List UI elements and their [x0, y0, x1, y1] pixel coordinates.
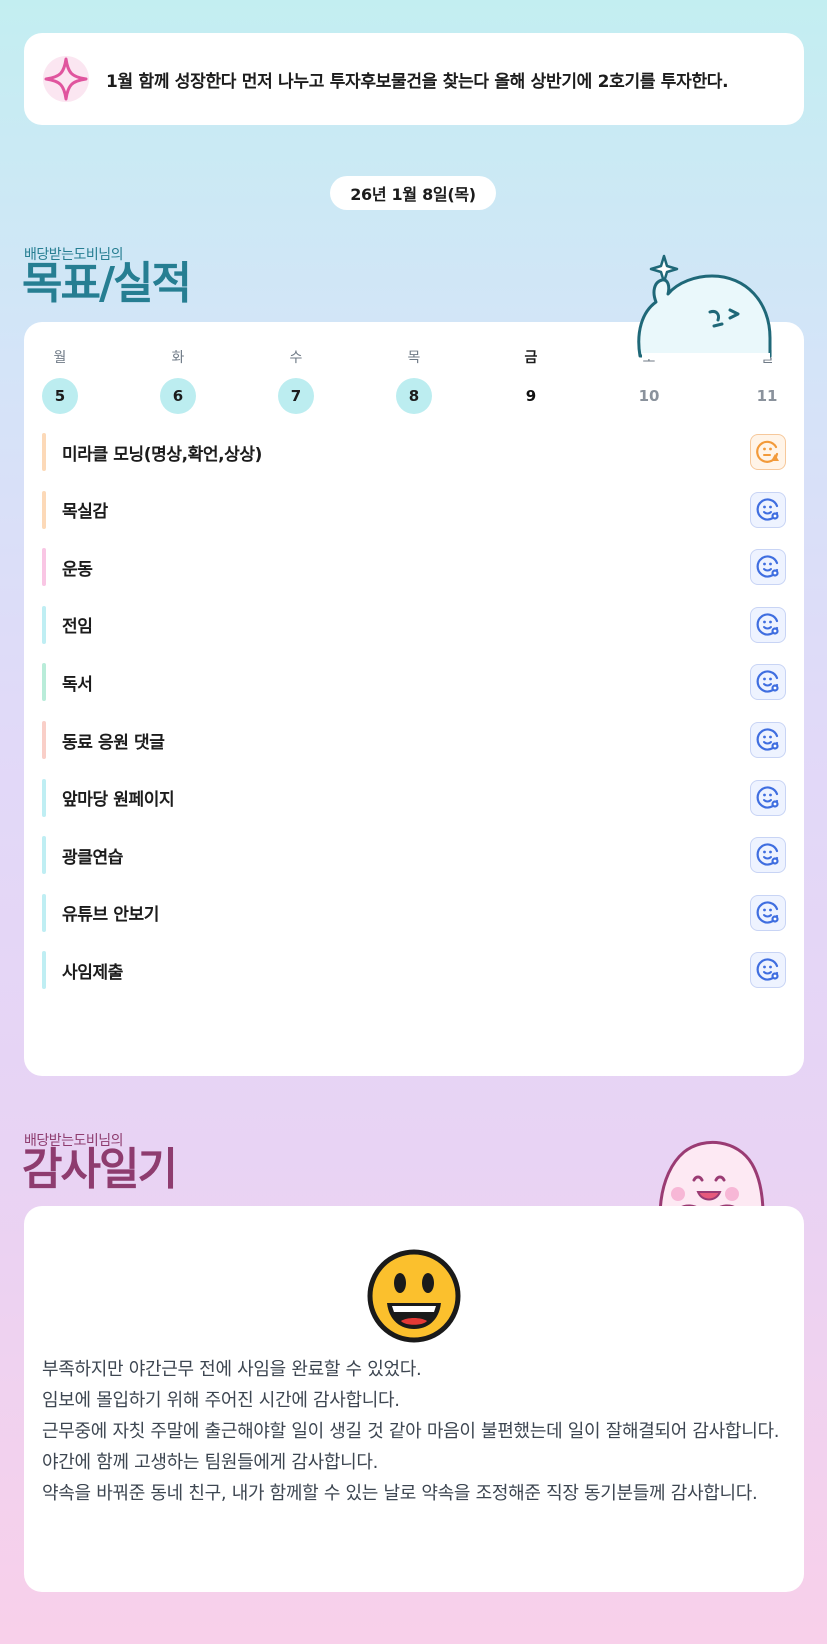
- day-5[interactable]: 월5: [40, 348, 80, 414]
- day-number[interactable]: 7: [278, 378, 314, 414]
- task-label: 운동: [62, 559, 93, 580]
- gratitude-line: 부족하지만 야간근무 전에 사임을 완료할 수 있었다.: [42, 1359, 422, 1380]
- face-check-icon[interactable]: [750, 952, 786, 989]
- task-row[interactable]: 앞마당 원페이지: [42, 778, 786, 818]
- task-label: 전임: [62, 617, 93, 638]
- ghost-mascot-icon: [634, 252, 784, 376]
- grinning-face-icon: [367, 1249, 461, 1343]
- day-number[interactable]: 9: [513, 378, 549, 414]
- task-color-bar: [42, 605, 46, 644]
- task-label: 앞마당 원페이지: [62, 790, 175, 811]
- gratitude-line: 야간에 함께 고생하는 팀원들에게 감사합니다.: [42, 1452, 379, 1473]
- task-color-bar: [42, 721, 46, 759]
- task-color-bar: [42, 433, 46, 471]
- task-color-bar: [42, 663, 46, 702]
- gratitude-title: 감사일기: [22, 1144, 178, 1195]
- day-8[interactable]: 목8: [394, 348, 434, 414]
- task-color-bar: [42, 778, 46, 817]
- task-row[interactable]: 유튜브 안보기: [42, 893, 786, 933]
- task-color-bar: [42, 836, 46, 875]
- task-row[interactable]: 사임제출: [42, 950, 786, 990]
- goals-card: 월5화6수7목8금9토10일11 미라클 모닝(명상,확언,상상)목실감운동전임…: [24, 322, 804, 1076]
- gratitude-card: 부족하지만 야간근무 전에 사임을 완료할 수 있었다. 임보에 몰입하기 위해 …: [24, 1206, 804, 1592]
- day-of-week-label: 목: [407, 350, 421, 366]
- gratitude-line: 임보에 몰입하기 위해 주어진 시간에 감사합니다.: [42, 1390, 400, 1411]
- task-row[interactable]: 광클연습: [42, 835, 786, 875]
- task-label: 독서: [62, 674, 93, 695]
- face-check-icon[interactable]: [750, 664, 786, 701]
- day-7[interactable]: 수7: [276, 348, 316, 414]
- gratitude-line: 약속을 바꿔준 동네 친구, 내가 함께할 수 있는 날로 약속을 조정해준 직…: [42, 1483, 758, 1504]
- face-check-icon[interactable]: [750, 837, 786, 874]
- task-label: 미라클 모닝(명상,확언,상상): [62, 444, 263, 465]
- task-label: 사임제출: [62, 962, 123, 983]
- gratitude-line: 근무중에 자칫 주말에 출근해야할 일이 생길 것 같아 마음이 불편했는데 일…: [42, 1421, 780, 1442]
- task-label: 유튜브 안보기: [62, 905, 159, 926]
- goal-banner: 1월 함께 성장한다 먼저 나누고 투자후보물건을 찾는다 올해 상반기에 2호…: [24, 33, 804, 125]
- face-check-icon[interactable]: [750, 606, 786, 643]
- task-color-bar: [42, 490, 46, 529]
- face-check-icon[interactable]: [750, 722, 786, 758]
- banner-text: 1월 함께 성장한다 먼저 나누고 투자후보물건을 찾는다 올해 상반기에 2호…: [106, 71, 729, 92]
- task-row[interactable]: 목실감: [42, 490, 786, 530]
- day-of-week-label: 수: [289, 350, 303, 366]
- day-9[interactable]: 금9: [511, 348, 551, 414]
- day-of-week-label: 금: [524, 350, 538, 366]
- face-check-icon[interactable]: [750, 894, 786, 931]
- face-warning-icon[interactable]: [750, 434, 786, 470]
- task-label: 광클연습: [62, 847, 123, 868]
- day-6[interactable]: 화6: [158, 348, 198, 414]
- day-of-week-label: 화: [171, 350, 185, 366]
- task-row[interactable]: 미라클 모닝(명상,확언,상상): [42, 432, 786, 472]
- day-of-week-label: 월: [53, 350, 67, 366]
- gratitude-text: 부족하지만 야간근무 전에 사임을 완료할 수 있었다. 임보에 몰입하기 위해 …: [42, 1354, 782, 1509]
- task-label: 동료 응원 댓글: [62, 732, 165, 753]
- day-number[interactable]: 11: [749, 378, 785, 414]
- task-color-bar: [42, 893, 46, 932]
- task-row[interactable]: 동료 응원 댓글: [42, 720, 786, 760]
- face-check-icon[interactable]: [750, 549, 786, 586]
- task-row[interactable]: 전임: [42, 605, 786, 645]
- face-check-icon[interactable]: [750, 491, 786, 528]
- task-row[interactable]: 독서: [42, 662, 786, 702]
- day-number[interactable]: 8: [396, 378, 432, 414]
- task-label: 목실감: [62, 502, 108, 523]
- date-pill[interactable]: 26년 1월 8일(목): [330, 176, 496, 210]
- goals-title: 목표/실적: [22, 258, 192, 309]
- task-row[interactable]: 운동: [42, 547, 786, 587]
- task-color-bar: [42, 951, 46, 990]
- day-number[interactable]: 10: [631, 378, 667, 414]
- sparkle-star-icon: [42, 55, 90, 103]
- face-check-icon[interactable]: [750, 779, 786, 816]
- task-color-bar: [42, 548, 46, 587]
- day-number[interactable]: 5: [42, 378, 78, 414]
- day-number[interactable]: 6: [160, 378, 196, 414]
